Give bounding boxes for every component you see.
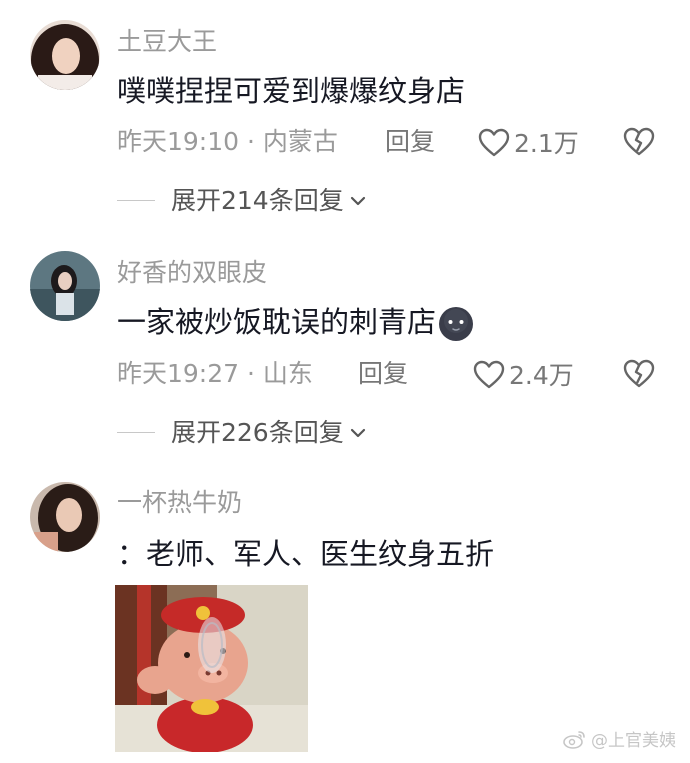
- comment-meta: 昨天19:10 · 内蒙古: [117, 127, 338, 156]
- expand-replies-button[interactable]: 展开226条回复: [117, 420, 368, 445]
- expand-replies-label: 展开214条回复: [171, 186, 344, 215]
- heart-outline-icon: [478, 128, 510, 157]
- watermark-text: @上官美姨: [591, 731, 676, 751]
- dark-face-emoji: [439, 307, 474, 341]
- username[interactable]: 好香的双眼皮: [117, 260, 267, 285]
- like-button[interactable]: 2.1万: [478, 128, 579, 158]
- reply-button[interactable]: 回复: [385, 129, 435, 154]
- like-button[interactable]: 2.4万: [473, 360, 574, 390]
- divider-line: [117, 432, 155, 433]
- comment-text: 噗噗捏捏可爱到爆爆纹身店: [117, 74, 466, 108]
- comment-text: ：老师、军人、医生纹身五折: [117, 537, 495, 571]
- comment-text: 一家被炒饭耽误的刺青店: [117, 306, 474, 342]
- chevron-down-icon: [350, 196, 365, 205]
- watermark: @上官美姨: [563, 726, 676, 751]
- like-count: 2.4万: [509, 360, 574, 390]
- chevron-down-icon: [350, 428, 365, 437]
- broken-heart-icon[interactable]: [623, 359, 655, 389]
- username[interactable]: 土豆大王: [117, 29, 217, 54]
- comment-meta: 昨天19:27 · 山东: [117, 359, 313, 388]
- reply-button[interactable]: 回复: [358, 361, 408, 386]
- comment-text-body: 一家被炒饭耽误的刺青店: [117, 305, 437, 339]
- username[interactable]: 一杯热牛奶: [117, 490, 242, 515]
- expand-replies-button[interactable]: 展开214条回复: [117, 188, 368, 213]
- weibo-logo-icon: [563, 730, 585, 749]
- like-count: 2.1万: [514, 128, 579, 158]
- sticker-image[interactable]: [115, 585, 308, 752]
- avatar[interactable]: [30, 20, 100, 90]
- broken-heart-icon[interactable]: [623, 127, 655, 157]
- divider-line: [117, 200, 155, 201]
- heart-outline-icon: [473, 360, 505, 389]
- avatar[interactable]: [30, 482, 100, 552]
- expand-replies-label: 展开226条回复: [171, 418, 344, 447]
- avatar[interactable]: [30, 251, 100, 321]
